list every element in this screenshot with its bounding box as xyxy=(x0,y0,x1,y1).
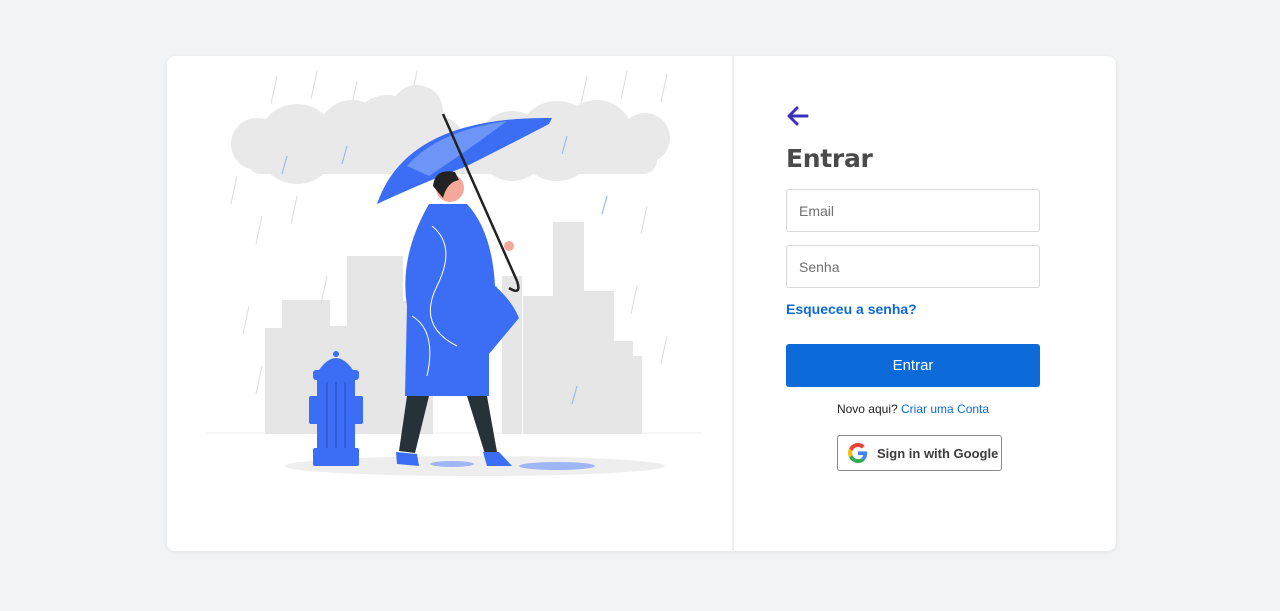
google-sign-in-button[interactable]: Sign in with Google xyxy=(837,435,1002,471)
google-logo-icon xyxy=(848,443,868,463)
submit-button[interactable]: Entrar xyxy=(786,344,1040,387)
login-form-panel: Entrar Esqueceu a senha? Entrar Novo aqu… xyxy=(734,56,1116,551)
create-account-link[interactable]: Criar uma Conta xyxy=(901,402,989,416)
back-arrow-icon[interactable] xyxy=(785,103,811,129)
illustration-panel xyxy=(167,56,732,551)
page-title: Entrar xyxy=(786,144,873,173)
signup-prompt: Novo aqui? xyxy=(836,402,898,416)
login-card: Entrar Esqueceu a senha? Entrar Novo aqu… xyxy=(167,56,1116,551)
arrow-left-icon xyxy=(787,106,809,126)
password-field[interactable] xyxy=(786,245,1040,288)
rainy-person-illustration xyxy=(207,70,702,476)
google-button-label: Sign in with Google xyxy=(877,445,999,461)
forgot-password-link[interactable]: Esqueceu a senha? xyxy=(786,301,917,317)
email-field[interactable] xyxy=(786,189,1040,232)
signup-line: Novo aqui? Criar uma Conta xyxy=(786,402,1040,416)
